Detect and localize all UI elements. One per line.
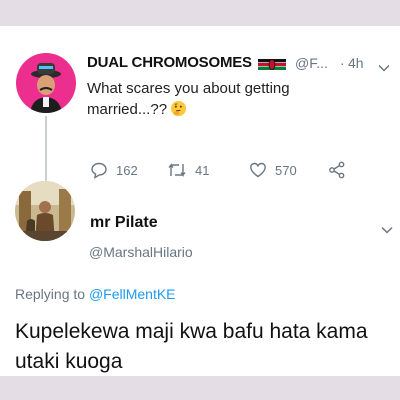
kenya-flag-icon [258,57,286,75]
share-button[interactable] [328,159,346,181]
thinking-face-icon [170,100,187,123]
reply-icon [91,162,107,179]
retweet-button[interactable]: 41 [167,159,209,181]
tweet-card: DUAL CHROMOSOMES @F... · 4h What scares … [0,26,400,376]
separator-dot: · [340,55,345,71]
reply-count: 162 [116,162,138,178]
reply-author-avatar[interactable] [15,181,75,241]
parent-author-handle[interactable]: @F... [295,55,328,71]
parent-action-bar: 162 41 570 [0,159,400,181]
retweet-icon [168,163,186,177]
reply-author-handle[interactable]: @MarshalHilario [89,244,193,260]
parent-timestamp[interactable]: 4h [348,55,364,71]
replying-to-mention[interactable]: @FellMentKE [89,286,176,302]
parent-tweet-text: What scares you about getting married...… [87,78,337,123]
parent-author-name[interactable]: DUAL CHROMOSOMES [87,54,252,71]
like-button[interactable]: 570 [249,159,297,181]
like-count: 570 [275,162,297,178]
parent-author-avatar[interactable] [16,53,76,113]
reply-button[interactable]: 162 [90,159,138,181]
replying-to-line: Replying to @FellMentKE [15,286,176,302]
replying-prefix: Replying to [15,286,86,302]
chevron-down-icon[interactable] [381,221,393,239]
parent-tweet-body: What scares you about getting married...… [87,80,290,118]
retweet-count: 41 [195,162,210,178]
chevron-down-icon[interactable] [378,59,390,77]
share-icon [329,161,345,179]
reply-author-name[interactable]: mr Pilate [90,214,158,232]
heart-icon [250,162,266,178]
reply-tweet-text: Kupelekewa maji kwa bafu hata kama utaki… [15,320,368,373]
